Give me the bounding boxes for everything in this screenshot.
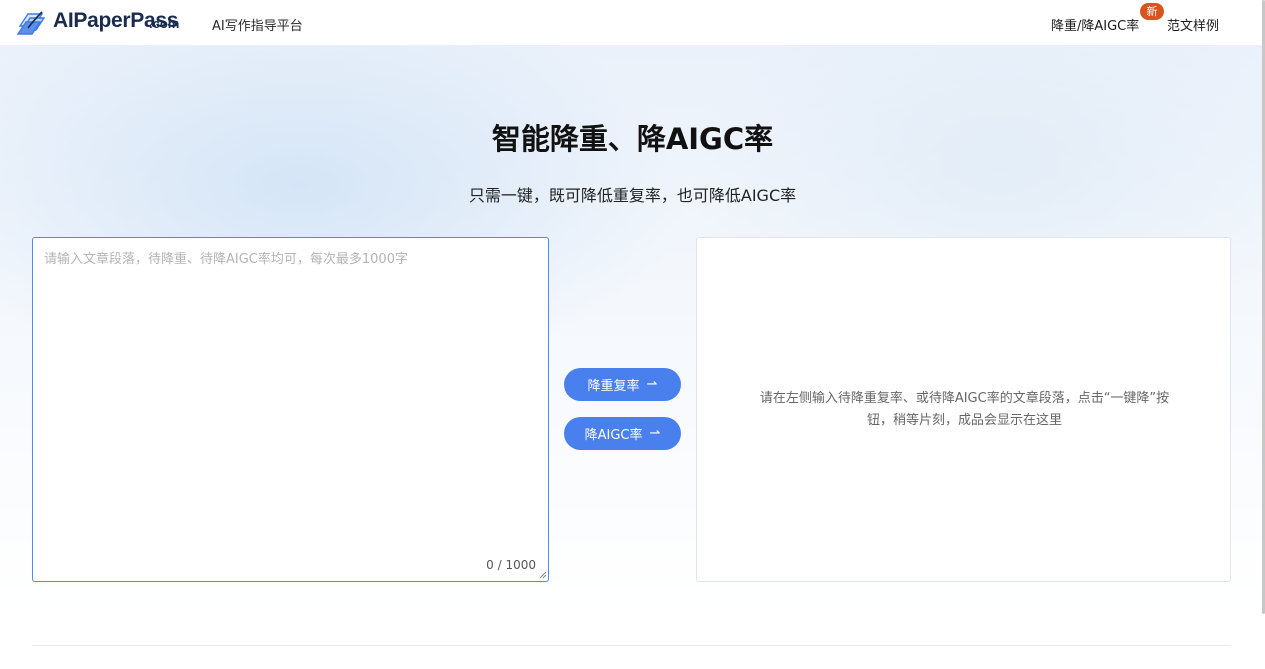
article-input[interactable] (32, 237, 549, 582)
reduce-aigc-label: 降AIGC率 (584, 428, 643, 443)
page-title: 智能降重、降AIGC率 (491, 122, 774, 156)
arrow-right-icon: ⇀ (649, 426, 661, 441)
brand-suffix[interactable]: .com (149, 16, 179, 31)
footer-divider (32, 645, 1231, 646)
page-subtitle: 只需一键，既可降低重复率，也可降低AIGC率 (468, 186, 797, 205)
char-counter: 0 / 1000 (486, 558, 536, 572)
result-panel: 请在左侧输入待降重复率、或待降AIGC率的文章段落，点击“一键降”按钮，稍等片刻… (696, 237, 1231, 582)
arrow-right-icon: ⇀ (646, 377, 658, 392)
brand-logo-icon[interactable] (16, 8, 46, 38)
top-navbar: AIPaperPass .com AI写作指导平台 降重/降AIGC率 新 范文… (0, 0, 1265, 46)
reduce-duplication-label: 降重复率 (587, 379, 640, 394)
new-badge: 新 (1140, 3, 1164, 20)
result-placeholder-text: 请在左侧输入待降重复率、或待降AIGC率的文章段落，点击“一键降”按钮，稍等片刻… (759, 391, 1170, 428)
nav-item-samples[interactable]: 范文样例 (1167, 15, 1219, 34)
nav-item-reduce-rate[interactable]: 降重/降AIGC率 (1051, 15, 1139, 34)
reduce-duplication-button[interactable]: 降重复率 ⇀ (564, 368, 681, 401)
resize-handle-icon[interactable] (539, 571, 547, 579)
reduce-aigc-button[interactable]: 降AIGC率 ⇀ (564, 417, 681, 450)
brand-tagline: AI写作指导平台 (212, 19, 303, 34)
